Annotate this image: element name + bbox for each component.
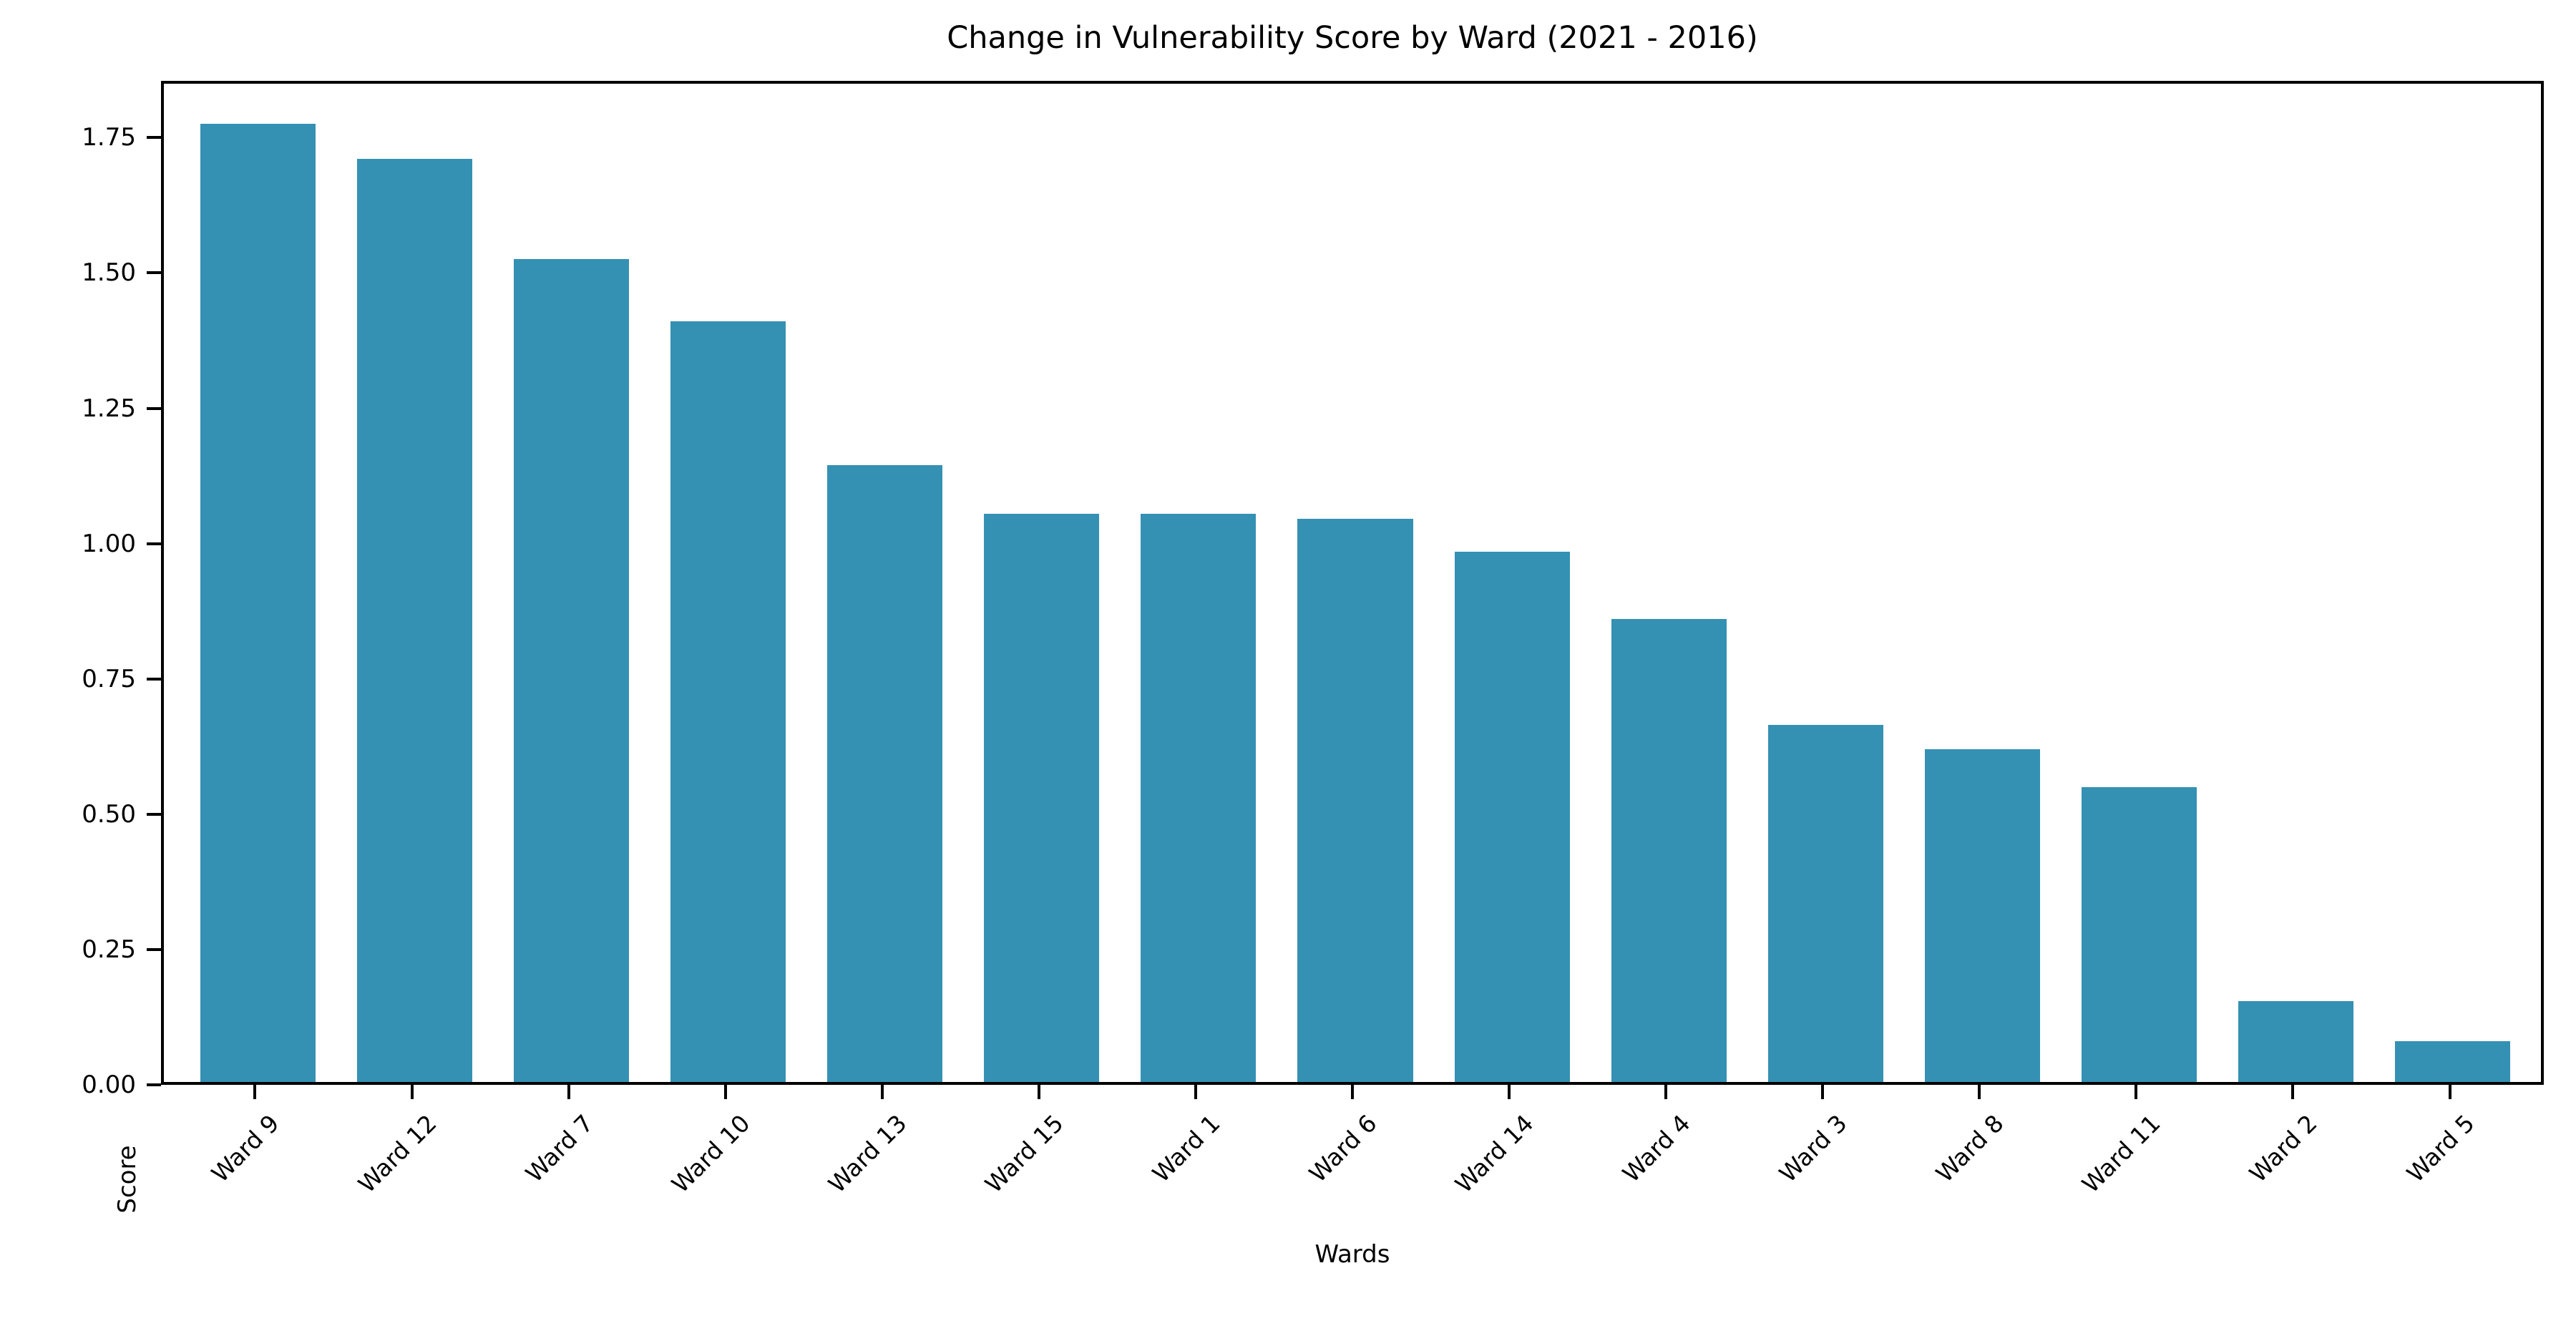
y-axis-tick-label: 0.25: [82, 935, 136, 964]
bar: [1924, 749, 2040, 1082]
x-axis-tick: [723, 1085, 727, 1099]
bar: [357, 159, 473, 1082]
x-axis-tick: [1508, 1085, 1511, 1099]
x-axis-tick: [1978, 1085, 1981, 1099]
y-axis-tick-label: 0.50: [82, 799, 136, 829]
figure: Change in Vulnerability Score by Ward (2…: [0, 0, 2576, 1288]
bar: [1297, 519, 1413, 1082]
bar: [1767, 724, 1883, 1082]
x-axis-tick: [1194, 1085, 1197, 1099]
y-axis-tick: [147, 947, 161, 951]
bar: [1611, 619, 1727, 1082]
bar: [670, 321, 786, 1082]
bar: [827, 464, 943, 1082]
bar: [2081, 786, 2197, 1082]
y-axis-tick: [147, 677, 161, 681]
x-axis-tick: [410, 1085, 414, 1099]
y-axis-tick: [147, 406, 161, 410]
y-axis-tick: [147, 1083, 161, 1086]
x-axis-tick: [1664, 1085, 1668, 1099]
bar: [1454, 551, 1570, 1082]
x-axis-tick: [1821, 1085, 1825, 1099]
x-axis-tick: [2448, 1085, 2451, 1099]
y-axis-tick-label: 1.25: [82, 394, 136, 423]
chart-axes: [161, 81, 2544, 1085]
x-axis-label: Wards: [1314, 1240, 1390, 1269]
bar: [200, 124, 316, 1082]
x-axis-tick: [880, 1085, 884, 1099]
bar: [1141, 513, 1257, 1082]
x-axis-tick: [2291, 1085, 2295, 1099]
x-axis-tick: [2135, 1085, 2138, 1099]
bar: [2238, 1000, 2353, 1082]
x-axis-tick: [1037, 1085, 1040, 1099]
y-axis-tick-label: 1.00: [82, 529, 136, 558]
y-axis-label: Score: [113, 1145, 142, 1214]
bar: [514, 259, 630, 1082]
plot-area: [164, 84, 2541, 1082]
x-axis-tick: [1351, 1085, 1354, 1099]
y-axis-tick-label: 1.75: [82, 123, 136, 152]
y-axis-tick: [147, 136, 161, 140]
y-axis-tick-label: 0.75: [82, 664, 136, 693]
y-axis-tick-label: 1.50: [82, 258, 136, 288]
x-axis-tick: [253, 1085, 257, 1099]
y-axis-tick: [147, 542, 161, 545]
page-title: Change in Vulnerability Score by Ward (2…: [947, 20, 1758, 56]
y-axis-tick: [147, 271, 161, 275]
bar: [984, 513, 1100, 1082]
x-axis-tick: [567, 1085, 570, 1099]
y-axis-tick: [147, 812, 161, 816]
bar: [2395, 1041, 2511, 1082]
